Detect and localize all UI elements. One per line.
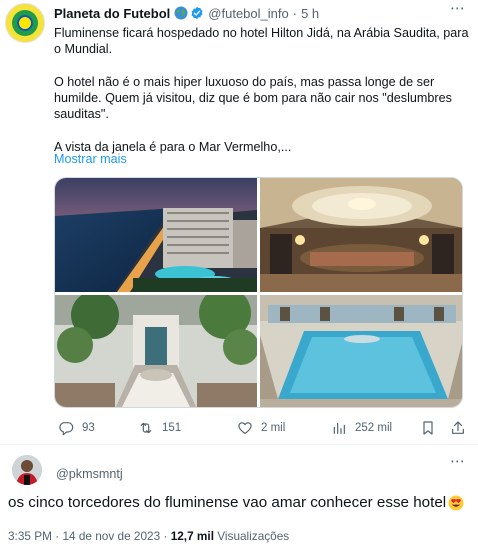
bookmark-button[interactable] — [420, 419, 436, 437]
author-handle[interactable]: @futebol_info — [208, 6, 288, 21]
tweet-paragraph: Fluminense ficará hospedado no hotel Hil… — [54, 26, 469, 56]
reply-more-icon[interactable]: ⋯ — [448, 454, 468, 471]
views-chart-icon — [333, 422, 345, 434]
reply-handle[interactable]: @pkmsmntj — [56, 467, 123, 481]
views-button[interactable]: 252 mil — [331, 419, 392, 437]
author-name[interactable]: Planeta do Futebol — [54, 6, 170, 21]
verified-badge-icon — [190, 6, 204, 20]
heart-icon — [238, 422, 252, 434]
views-count: 252 mil — [355, 422, 393, 434]
retweet-icon — [140, 422, 152, 434]
media-grid — [54, 177, 463, 408]
reply-views-label: Visualizações — [217, 529, 290, 543]
like-button[interactable]: 2 mil — [237, 419, 285, 437]
hotel-atrium-photo[interactable] — [55, 295, 257, 407]
retweet-button[interactable]: 151 — [138, 419, 181, 437]
reply-avatar[interactable] — [12, 455, 42, 485]
reply-date[interactable]: 14 de nov de 2023 — [62, 529, 160, 543]
more-icon[interactable]: ⋯ — [448, 1, 468, 20]
quoted-tweet[interactable]: Planeta do Futebol @futebol_info · 5 h ⋯… — [0, 0, 478, 445]
globe-icon — [174, 6, 188, 20]
reply-time[interactable]: 3:35 PM — [8, 529, 52, 543]
hotel-lobby-photo[interactable] — [260, 178, 462, 292]
reply-button[interactable]: 93 — [58, 419, 95, 437]
hotel-pool-photo[interactable] — [260, 295, 462, 407]
separator-dot: · — [292, 5, 298, 21]
reply-count: 93 — [82, 422, 95, 434]
reply-text-content: os cinco torcedores do fluminense vao am… — [8, 494, 447, 511]
reply-meta: 3:35 PM · 14 de nov de 2023 · 12,7 mil V… — [8, 529, 289, 543]
tweet-time[interactable]: 5 h — [301, 6, 319, 21]
tweet-text: Fluminense ficará hospedado no hotel Hil… — [54, 25, 469, 155]
separator-dot: · — [163, 529, 168, 543]
share-button[interactable] — [450, 419, 466, 437]
separator-dot: · — [55, 529, 60, 543]
reply-views-count: 12,7 mil — [170, 529, 214, 543]
reply-icon — [59, 422, 74, 436]
heart-eyes-emoji-icon — [448, 495, 464, 511]
reply-text: os cinco torcedores do fluminense vao am… — [8, 494, 464, 511]
bookmark-icon — [423, 421, 433, 435]
tweet-header: Planeta do Futebol @futebol_info · 5 h — [54, 4, 319, 22]
show-more-link[interactable]: Mostrar mais — [54, 152, 127, 166]
tweet-actions: 93 151 2 mil 252 mil — [54, 419, 464, 437]
share-icon — [452, 421, 464, 434]
author-avatar[interactable] — [5, 3, 45, 43]
tweet-paragraph: O hotel não é o mais hiper luxuoso do pa… — [54, 75, 452, 121]
retweet-count: 151 — [162, 422, 182, 434]
hotel-coast-photo[interactable] — [55, 178, 257, 292]
like-count: 2 mil — [261, 422, 286, 434]
